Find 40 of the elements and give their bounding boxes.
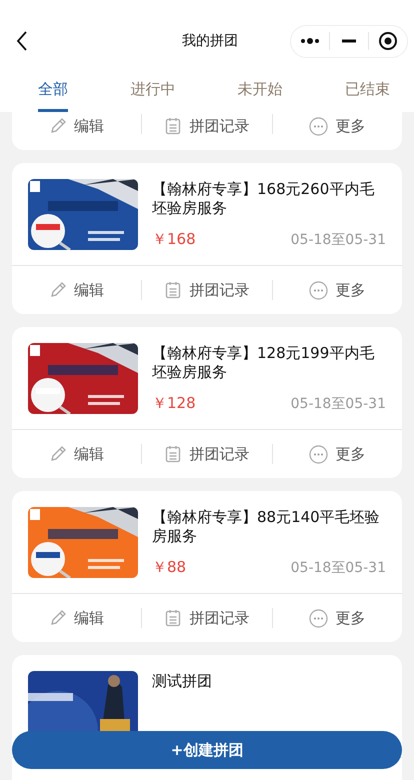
clipboard-icon [164,117,182,135]
more-button[interactable]: 更多 [272,278,402,302]
more-icon [309,608,328,628]
deal-title: 测试拼团 [152,672,213,691]
tab[interactable]: 已结束 [344,66,390,112]
deal-price: ￥88 [152,558,186,577]
deal-dates: 05-18至05-31 [290,395,386,413]
records-button[interactable]: 拼团记录 [142,114,272,138]
create-button[interactable]: +创建拼团 [12,731,402,769]
deal-price: ￥128 [152,394,196,413]
clipboard-icon [164,609,182,627]
records-button[interactable]: 拼团记录 [142,606,272,630]
deal-title: 【翰林府专享】168元260平内毛坯验房服务 [152,180,376,218]
pencil-icon [49,609,68,627]
more-icon [309,280,328,300]
more-button[interactable]: 更多 [272,442,402,466]
edit-button[interactable]: 编辑 [12,606,142,630]
more-button[interactable]: 更多 [272,606,402,630]
deal-price: ￥168 [152,230,196,249]
clipboard-icon [164,445,182,463]
more-button[interactable]: 更多 [272,114,402,138]
deal-title: 【翰林府专享】128元199平内毛坯验房服务 [152,344,376,382]
records-button[interactable]: 拼团记录 [142,278,272,302]
pencil-icon [49,117,68,135]
records-button[interactable]: 拼团记录 [142,442,272,466]
edit-button[interactable]: 编辑 [12,278,142,302]
more-icon [309,116,328,136]
deal-dates: 05-18至05-31 [290,231,386,249]
tab[interactable]: 进行中 [130,66,176,112]
page-title: 我的拼团 [181,32,239,50]
clipboard-icon [164,281,182,299]
pencil-icon [49,281,68,299]
deal-title: 【翰林府专享】88元140平毛坯验房服务 [152,508,381,546]
deal-dates: 05-18至05-31 [290,559,386,577]
pencil-icon [49,445,68,463]
edit-button[interactable]: 编辑 [12,442,142,466]
tab[interactable]: 全部 [38,66,68,112]
tab[interactable]: 未开始 [238,66,283,112]
edit-button[interactable]: 编辑 [12,114,142,138]
more-icon [309,444,328,464]
